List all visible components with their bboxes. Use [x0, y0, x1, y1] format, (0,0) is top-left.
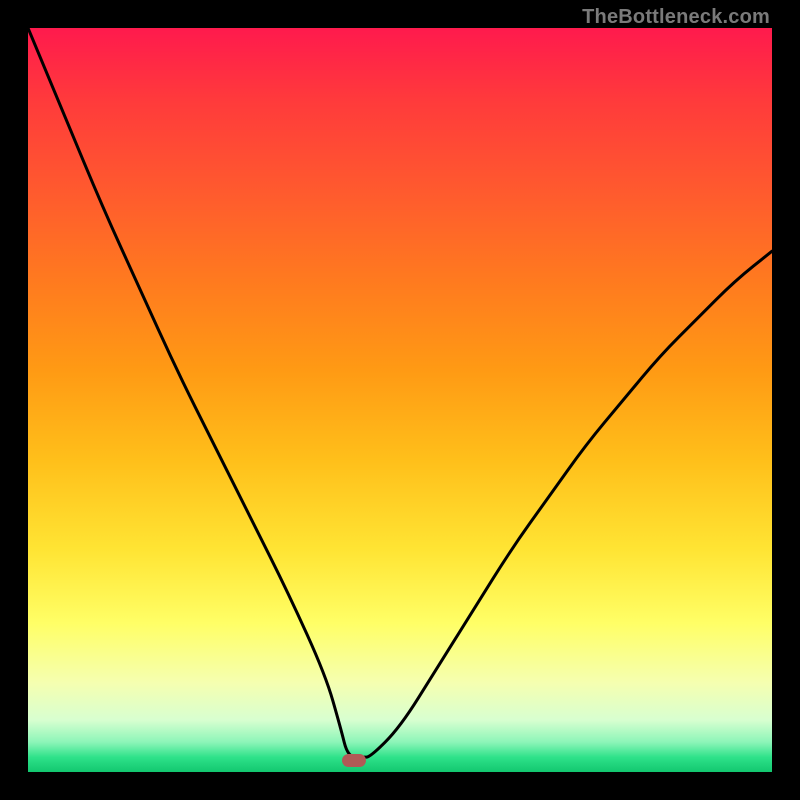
plot-area	[28, 28, 772, 772]
curve-svg	[28, 28, 772, 772]
chart-frame: TheBottleneck.com	[0, 0, 800, 800]
watermark-text: TheBottleneck.com	[582, 6, 770, 29]
marker-point	[342, 754, 366, 767]
curve-path	[28, 28, 772, 757]
